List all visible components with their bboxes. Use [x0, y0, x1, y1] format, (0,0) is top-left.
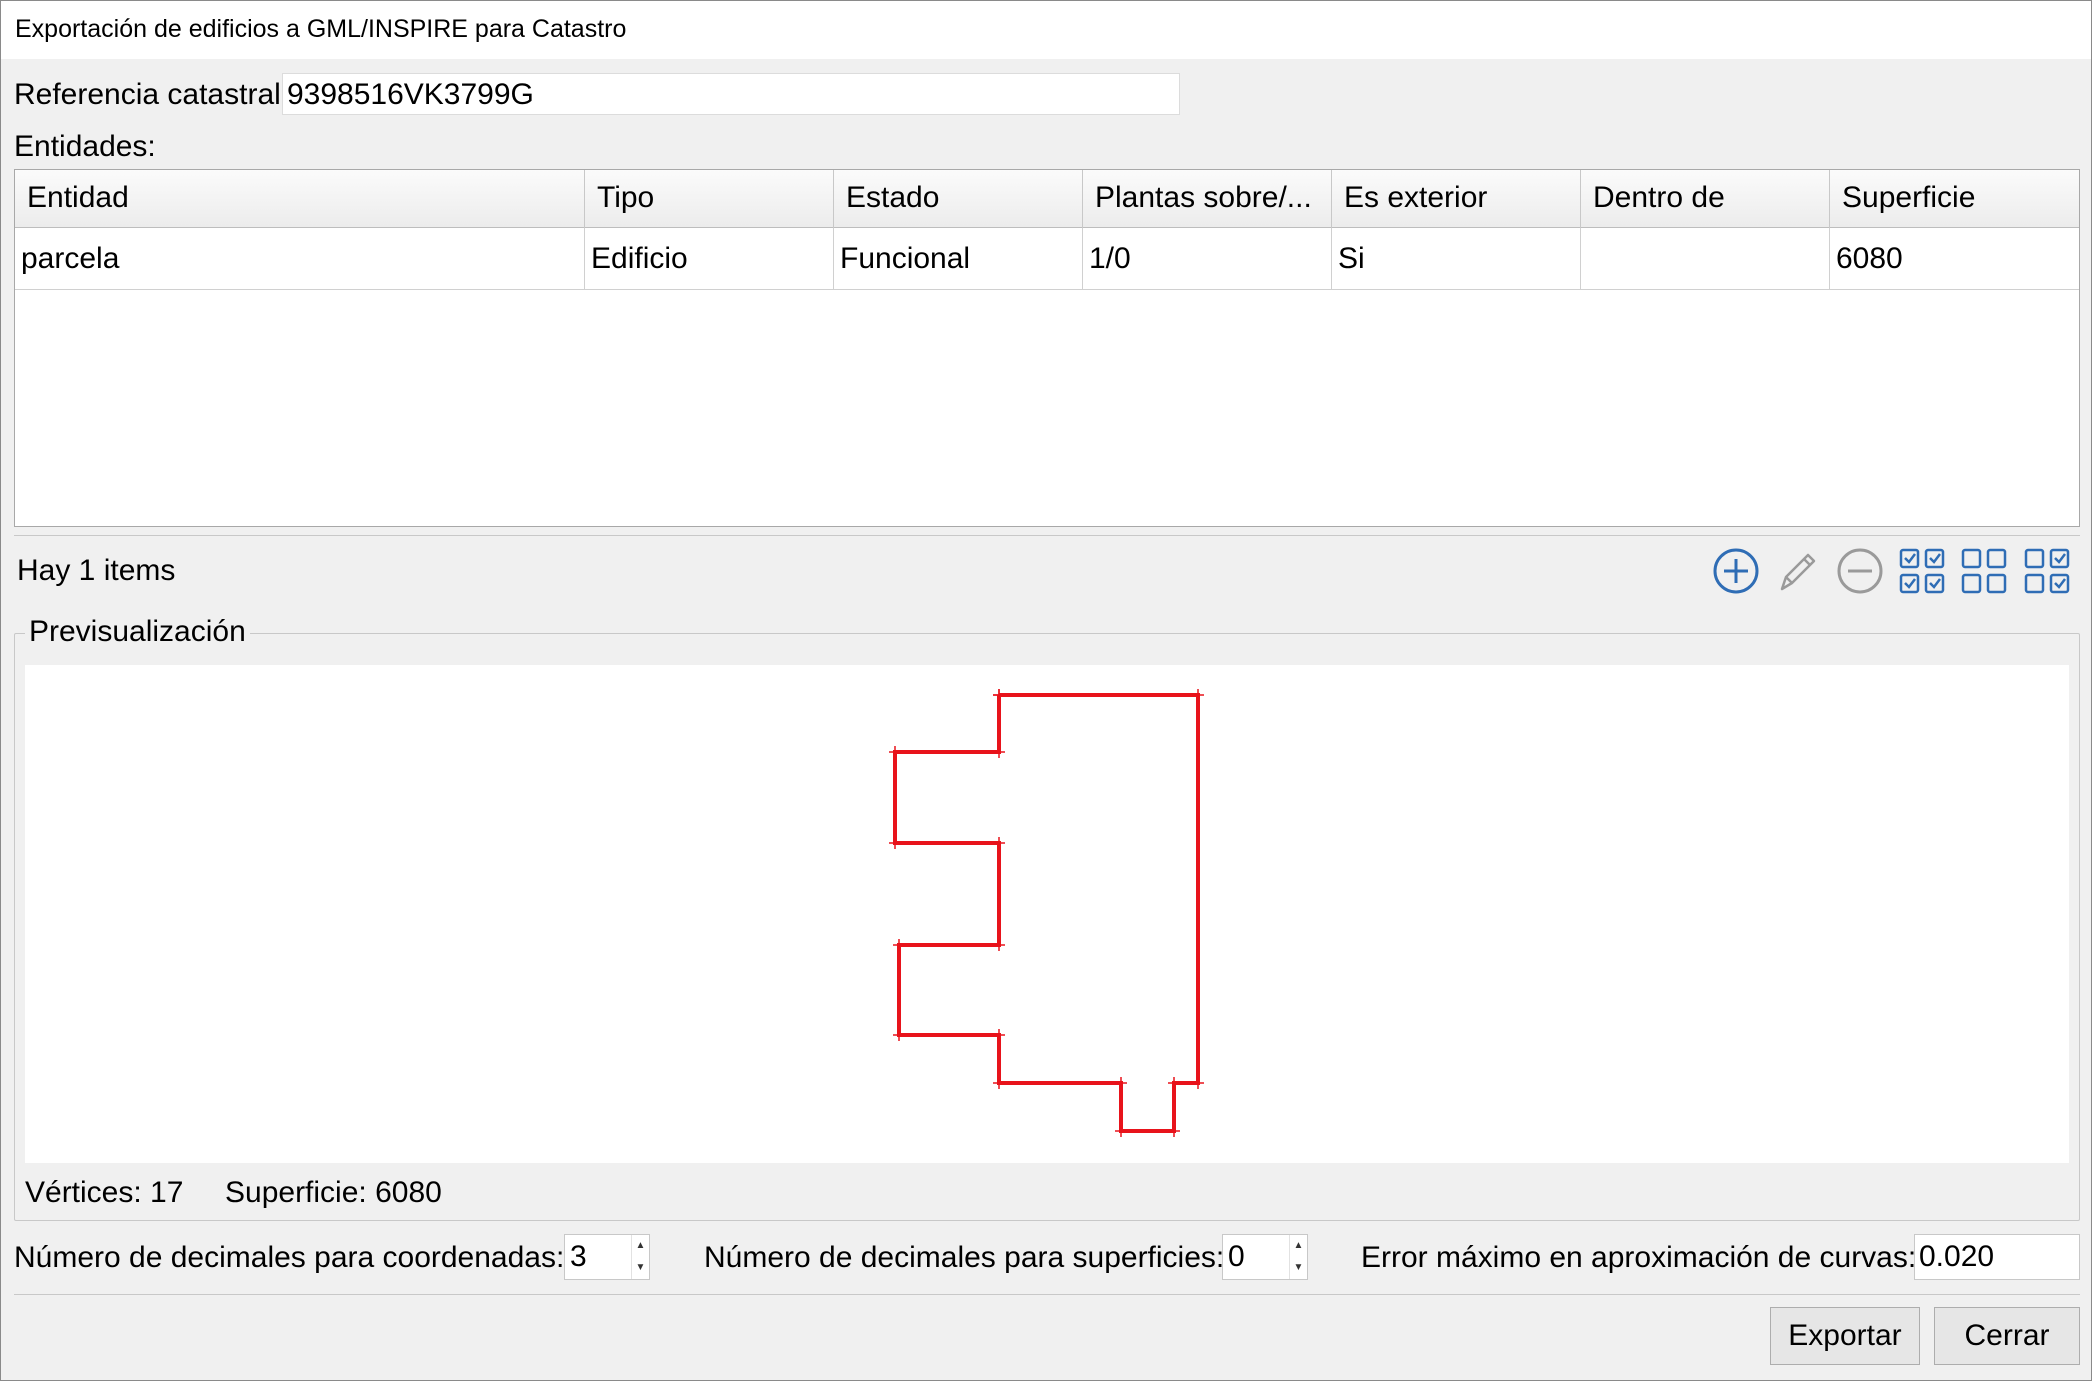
invert-check-icon [2024, 548, 2070, 594]
coord-decimals-spinbox[interactable]: 3 ▲ ▼ [564, 1234, 650, 1280]
column-header-superficie[interactable]: Superficie [1830, 170, 2081, 228]
preview-title: Previsualización [25, 615, 250, 649]
spin-down-icon[interactable]: ▼ [632, 1257, 649, 1279]
table-row[interactable]: parcela Edificio Funcional 1/0 Si 6080 [15, 228, 2079, 290]
spin-up-icon[interactable]: ▲ [632, 1235, 649, 1257]
divider [14, 1294, 2080, 1295]
parcel-outline [893, 693, 1200, 1133]
edit-icon [1780, 553, 1816, 591]
add-button[interactable] [1710, 545, 1762, 597]
vertices-count: Vértices: 17 [25, 1176, 184, 1209]
curve-error-label: Error máximo en aproximación de curvas: [1361, 1241, 1917, 1274]
ref-label: Referencia catastral: [14, 78, 290, 111]
spin-down-icon[interactable]: ▼ [1290, 1257, 1307, 1279]
area-value: Superficie: 6080 [225, 1176, 442, 1209]
cell-dentro-de[interactable] [1581, 228, 1830, 290]
column-header-plantas[interactable]: Plantas sobre/... [1083, 170, 1332, 228]
entities-label: Entidades: [14, 130, 156, 163]
divider [14, 535, 2080, 536]
export-dialog: Exportación de edificios a GML/INSPIRE p… [0, 0, 2092, 1381]
entities-table[interactable]: Entidad Tipo Estado Plantas sobre/... Es… [14, 169, 2080, 527]
check-all-button[interactable] [1896, 545, 1948, 597]
area-decimals-spinbox[interactable]: 0 ▲ ▼ [1222, 1234, 1308, 1280]
close-button[interactable]: Cerrar [1934, 1307, 2080, 1365]
coord-decimals-value: 3 [570, 1240, 587, 1273]
vertex-markers [889, 689, 1204, 1137]
remove-icon [1837, 548, 1883, 594]
cell-plantas[interactable]: 1/0 [1083, 228, 1332, 290]
ref-input[interactable]: 9398516VK3799G [282, 73, 1180, 115]
parcel-shape [889, 689, 1204, 1137]
curve-error-input[interactable]: 0.020 [1914, 1234, 2080, 1280]
edit-button[interactable] [1772, 545, 1824, 597]
spin-arrows[interactable]: ▲ ▼ [1289, 1235, 1307, 1279]
column-header-entidad[interactable]: Entidad [15, 170, 585, 228]
area-decimals-value: 0 [1228, 1240, 1245, 1273]
cell-estado[interactable]: Funcional [834, 228, 1083, 290]
check-all-icon [1899, 548, 1945, 594]
column-header-es-exterior[interactable]: Es exterior [1332, 170, 1581, 228]
column-header-tipo[interactable]: Tipo [585, 170, 834, 228]
preview-canvas [25, 665, 2069, 1163]
area-decimals-label: Número de decimales para superficies: [704, 1241, 1225, 1274]
uncheck-all-icon [1961, 548, 2007, 594]
items-count: Hay 1 items [17, 554, 176, 587]
window-title: Exportación de edificios a GML/INSPIRE p… [15, 15, 627, 43]
column-header-dentro-de[interactable]: Dentro de [1581, 170, 1830, 228]
cell-entidad[interactable]: parcela [15, 228, 585, 290]
title-bar[interactable]: Exportación de edificios a GML/INSPIRE p… [1, 1, 2091, 59]
spin-arrows[interactable]: ▲ ▼ [631, 1235, 649, 1279]
cell-tipo[interactable]: Edificio [585, 228, 834, 290]
remove-button[interactable] [1834, 545, 1886, 597]
table-header: Entidad Tipo Estado Plantas sobre/... Es… [15, 170, 2079, 228]
uncheck-all-button[interactable] [1958, 545, 2010, 597]
cell-superficie[interactable]: 6080 [1830, 228, 2081, 290]
spin-up-icon[interactable]: ▲ [1290, 1235, 1307, 1257]
invert-check-button[interactable] [2021, 545, 2073, 597]
add-icon [1713, 548, 1759, 594]
cell-es-exterior[interactable]: Si [1332, 228, 1581, 290]
coord-decimals-label: Número de decimales para coordenadas: [14, 1241, 565, 1274]
column-header-estado[interactable]: Estado [834, 170, 1083, 228]
export-button[interactable]: Exportar [1770, 1307, 1920, 1365]
